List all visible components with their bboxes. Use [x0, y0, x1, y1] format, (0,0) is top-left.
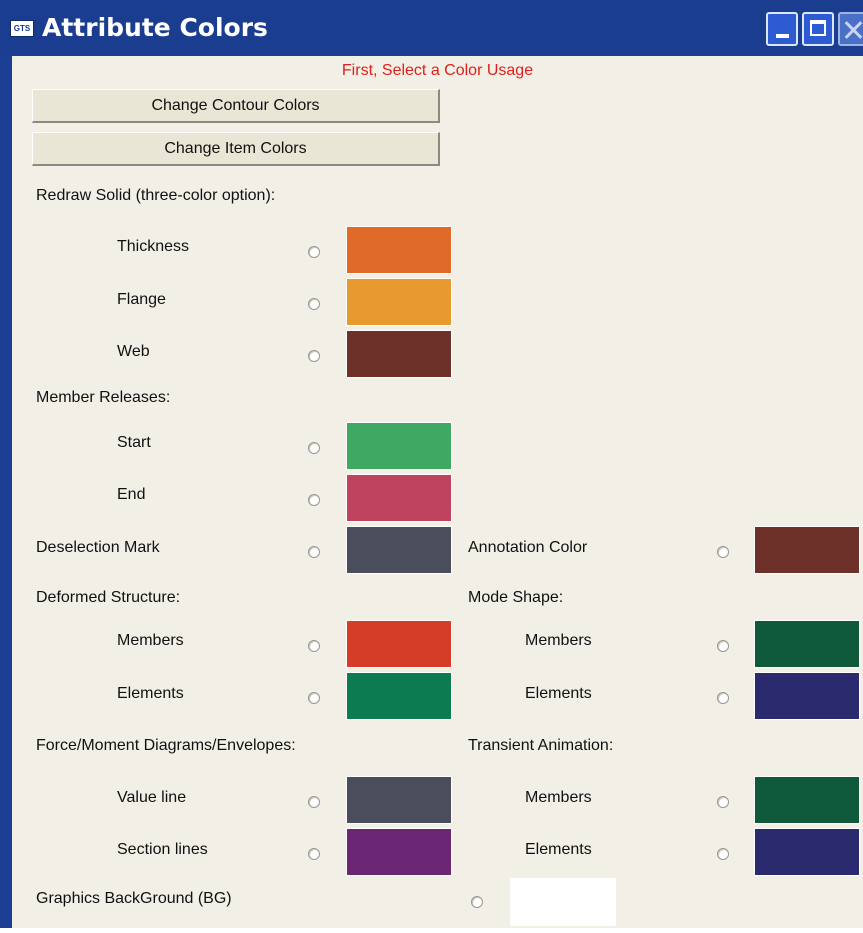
mode-elements-radio[interactable] [717, 692, 729, 704]
start-label: Start [117, 434, 151, 451]
end-radio[interactable] [308, 494, 320, 506]
minimize-button[interactable] [766, 12, 798, 46]
deselection-mark-color-swatch[interactable] [346, 526, 452, 574]
graphics-background-color-swatch[interactable] [510, 878, 616, 926]
change-item-colors-button[interactable]: Change Item Colors [32, 132, 440, 166]
graphics-background-label: Graphics BackGround (BG) [36, 890, 232, 907]
transient-animation-heading: Transient Animation: [468, 737, 614, 754]
start-radio[interactable] [308, 442, 320, 454]
deformed-members-color-swatch[interactable] [346, 620, 452, 668]
transient-members-color-swatch[interactable] [754, 776, 860, 824]
close-button[interactable] [838, 12, 863, 46]
flange-label: Flange [117, 291, 166, 308]
attribute-colors-window: GTS Attribute Colors First, Select a Col… [0, 0, 863, 933]
deformed-members-radio[interactable] [308, 640, 320, 652]
mode-shape-heading: Mode Shape: [468, 589, 564, 606]
instruction-text: First, Select a Color Usage [341, 62, 534, 79]
force-moment-heading: Force/Moment Diagrams/Envelopes: [36, 737, 296, 754]
member-releases-heading: Member Releases: [36, 389, 171, 406]
deselection-mark-radio[interactable] [308, 546, 320, 558]
value-line-color-swatch[interactable] [346, 776, 452, 824]
deformed-elements-label: Elements [117, 685, 184, 702]
deselection-mark-label: Deselection Mark [36, 539, 160, 556]
deformed-members-label: Members [117, 632, 184, 649]
mode-elements-color-swatch[interactable] [754, 672, 860, 720]
redraw-solid-heading: Redraw Solid (three-color option): [36, 187, 276, 204]
transient-elements-label: Elements [525, 841, 592, 858]
annotation-color-label: Annotation Color [468, 539, 588, 556]
maximize-button[interactable] [802, 12, 834, 46]
window-bottom-edge [0, 928, 863, 933]
mode-members-radio[interactable] [717, 640, 729, 652]
deformed-elements-color-swatch[interactable] [346, 672, 452, 720]
flange-radio[interactable] [308, 298, 320, 310]
flange-color-swatch[interactable] [346, 278, 452, 326]
transient-elements-radio[interactable] [717, 848, 729, 860]
window-title: Attribute Colors [42, 13, 268, 42]
thickness-label: Thickness [117, 238, 190, 255]
thickness-radio[interactable] [308, 246, 320, 258]
annotation-color-radio[interactable] [717, 546, 729, 558]
transient-members-radio[interactable] [717, 796, 729, 808]
web-radio[interactable] [308, 350, 320, 362]
web-color-swatch[interactable] [346, 330, 452, 378]
transient-members-label: Members [525, 789, 592, 806]
web-label: Web [117, 343, 150, 360]
end-label: End [117, 486, 146, 503]
deformed-elements-radio[interactable] [308, 692, 320, 704]
mode-elements-label: Elements [525, 685, 592, 702]
mode-members-color-swatch[interactable] [754, 620, 860, 668]
dialog-content: First, Select a Color Usage Change Conto… [12, 56, 863, 928]
app-icon: GTS [10, 20, 34, 37]
deformed-structure-heading: Deformed Structure: [36, 589, 181, 606]
change-contour-colors-button[interactable]: Change Contour Colors [32, 89, 440, 123]
section-lines-radio[interactable] [308, 848, 320, 860]
end-color-swatch[interactable] [346, 474, 452, 522]
value-line-radio[interactable] [308, 796, 320, 808]
section-lines-color-swatch[interactable] [346, 828, 452, 876]
start-color-swatch[interactable] [346, 422, 452, 470]
annotation-color-swatch[interactable] [754, 526, 860, 574]
mode-members-label: Members [525, 632, 592, 649]
graphics-background-radio[interactable] [471, 896, 483, 908]
thickness-color-swatch[interactable] [346, 226, 452, 274]
section-lines-label: Section lines [117, 841, 208, 858]
transient-elements-color-swatch[interactable] [754, 828, 860, 876]
title-bar[interactable]: GTS Attribute Colors [0, 0, 863, 56]
value-line-label: Value line [117, 789, 187, 806]
